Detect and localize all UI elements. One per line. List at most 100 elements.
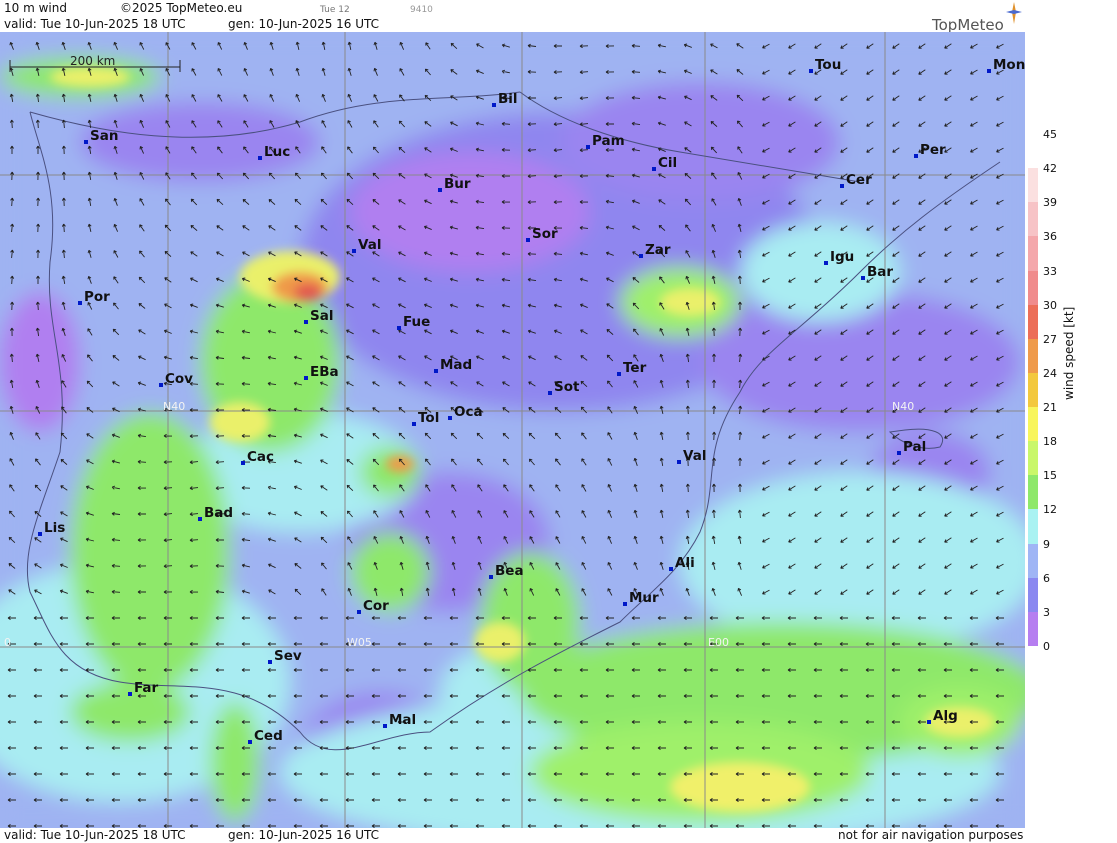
city-label: Per (920, 142, 946, 158)
city-label: Cac (247, 449, 274, 465)
city-marker (548, 391, 552, 395)
city-marker (639, 254, 643, 258)
city-label: Ced (254, 728, 283, 744)
city-label: Oca (454, 404, 483, 420)
city-label: Sev (274, 648, 302, 664)
legend-color-step (1028, 338, 1038, 374)
city-marker (623, 602, 627, 606)
legend-tick-label: 18 (1043, 435, 1057, 449)
city-label: Cer (846, 172, 872, 188)
city-marker (304, 320, 308, 324)
city-label: Cor (363, 598, 389, 614)
city-label: Ter (623, 360, 647, 376)
chart-title: 10 m wind (4, 1, 67, 15)
legend-tick-label: 42 (1043, 162, 1057, 176)
city-marker (677, 460, 681, 464)
legend-color-step (1028, 543, 1038, 579)
city-marker (652, 167, 656, 171)
legend-tick-label: 33 (1043, 264, 1057, 278)
generated-time: gen: 10-Jun-2025 16 UTC (228, 17, 380, 31)
footer-generated-time: gen: 10-Jun-2025 16 UTC (228, 828, 380, 842)
city-label: Bar (867, 264, 893, 280)
city-marker (352, 249, 356, 253)
city-label: Mal (389, 712, 416, 728)
valid-time: valid: Tue 10-Jun-2025 18 UTC (4, 17, 186, 31)
city-label: Mad (440, 357, 472, 373)
city-marker (824, 261, 828, 265)
legend-color-step (1028, 304, 1038, 340)
city-marker (448, 416, 452, 420)
city-marker (914, 154, 918, 158)
city-marker (159, 383, 163, 387)
city-label: Alg (933, 708, 958, 724)
legend-tick-label: 9 (1043, 537, 1050, 551)
city-marker (248, 740, 252, 744)
city-label: Ali (675, 555, 695, 571)
city-label: Cov (165, 371, 193, 387)
city-marker (268, 660, 272, 664)
city-label: Bil (498, 91, 518, 107)
small-code: 9410 (410, 5, 433, 15)
compass-icon (1006, 2, 1022, 24)
grid-label-n40-west: N40 (163, 400, 185, 413)
city-label: Bea (495, 563, 524, 579)
city-marker (128, 692, 132, 696)
legend-color-step (1028, 475, 1038, 510)
city-label: Fue (403, 314, 430, 330)
legend-color-step (1028, 134, 1038, 169)
wind-map-canvas: 200 km N40 N40 W05 E00 0 San Luc Bil Pam Cil… (0, 32, 1025, 828)
city-label: San (90, 128, 118, 144)
legend-tick-label: 12 (1043, 503, 1057, 517)
city-label: Val (683, 448, 706, 464)
city-label: Lis (44, 520, 65, 536)
city-marker (586, 145, 590, 149)
legend-color-step (1028, 372, 1038, 408)
legend-color-step (1028, 407, 1038, 442)
city-label: Bad (204, 505, 233, 521)
city-label: EBa (310, 364, 339, 380)
city-marker (198, 517, 202, 521)
legend-tick-label: 39 (1043, 196, 1057, 210)
city-marker (526, 238, 530, 242)
wind-map[interactable]: 200 km N40 N40 W05 E00 0 San Luc Bil Pam Cil… (0, 32, 1025, 828)
legend-tick-label: 45 (1043, 128, 1057, 141)
legend-color-bar (1028, 134, 1038, 647)
city-label: Sor (532, 226, 558, 242)
city-label: Sot (554, 379, 580, 395)
legend-tick-label: 30 (1043, 298, 1057, 312)
city-label: Sal (310, 308, 333, 324)
city-label: Por (84, 289, 110, 305)
city-label: Pal (903, 439, 926, 455)
city-marker (861, 276, 865, 280)
header-bar: 10 m wind ©2025 TopMeteo.eu Tue 12 9410 … (0, 0, 1025, 32)
legend-tick-label: 15 (1043, 469, 1057, 483)
city-marker (397, 326, 401, 330)
city-label: Cil (658, 155, 677, 171)
legend-color-step (1028, 441, 1038, 476)
city-marker (897, 451, 901, 455)
city-label: Mur (629, 590, 659, 606)
city-label: Tol (418, 410, 439, 426)
disclaimer-text: not for air navigation purposes (838, 828, 1024, 842)
legend-tick-label: 21 (1043, 401, 1057, 415)
city-label: Val (358, 237, 381, 253)
city-label: Mon (993, 57, 1025, 73)
legend-tick-label: 27 (1043, 332, 1057, 346)
city-marker (489, 575, 493, 579)
city-marker (617, 372, 621, 376)
legend-tick-label: 6 (1043, 571, 1050, 585)
wind-speed-field (0, 32, 1025, 828)
grid-label-w05: W05 (347, 636, 372, 649)
legend-tick-label: 3 (1043, 605, 1050, 619)
legend-color-step (1028, 202, 1038, 237)
grid-label-zero: 0 (4, 636, 11, 649)
city-marker (669, 567, 673, 571)
legend-color-step (1028, 270, 1038, 306)
city-label: Bur (444, 176, 471, 192)
city-marker (434, 369, 438, 373)
city-label: Luc (264, 144, 290, 160)
wind-speed-legend: 45 42 39 36 33 30 27 24 21 18 15 12 9 6 3 0 (1025, 0, 1117, 843)
city-marker (258, 156, 262, 160)
legend-color-step (1028, 577, 1038, 613)
city-marker (241, 461, 245, 465)
